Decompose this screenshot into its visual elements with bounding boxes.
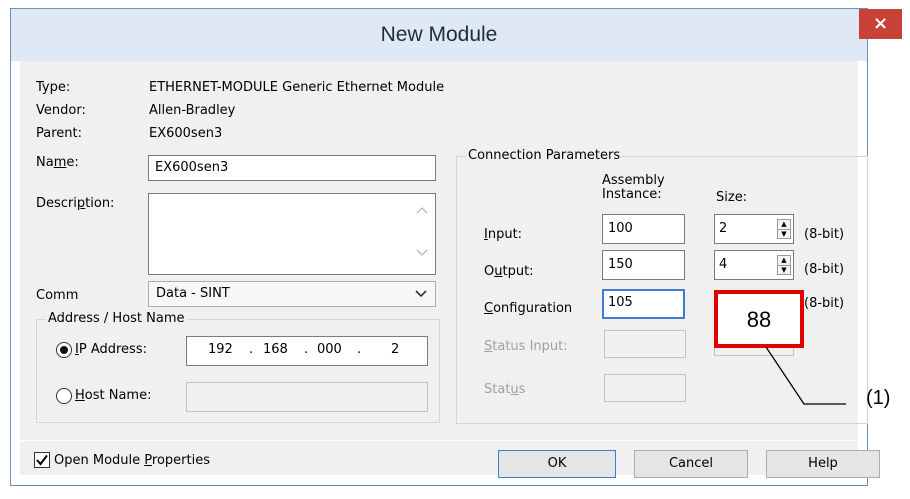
close-button[interactable]: × [859, 9, 902, 39]
name-input-value: EX600sen3 [155, 160, 229, 175]
name-label: Name: [36, 155, 79, 170]
assembly-column-header: Assembly [602, 173, 665, 188]
callout-label: (1) [866, 387, 891, 409]
parent-label: Parent: [36, 126, 82, 141]
input-size-unit: (8-bit) [804, 227, 845, 242]
spin-up-icon: ▲ [781, 220, 787, 228]
type-label: Type: [36, 80, 71, 95]
output-instance-value: 150 [608, 257, 633, 272]
vendor-value: Allen-Bradley [149, 103, 236, 118]
ip-octet-3: 000 [317, 342, 342, 357]
spin-down-icon: ▼ [778, 265, 790, 275]
comm-label: Comm [36, 288, 79, 303]
radio-selected-dot-icon [60, 346, 68, 354]
output-size-value: 4 [719, 257, 728, 272]
description-textarea[interactable] [148, 193, 436, 275]
scrollbar-arrows-icon [416, 207, 428, 256]
open-module-properties-checkbox[interactable] [34, 452, 50, 468]
spin-up-icon: ▲ [781, 256, 787, 264]
configuration-instance-value: 105 [608, 295, 633, 310]
checkmark-icon [36, 454, 48, 466]
description-scrollbar[interactable] [410, 194, 434, 274]
vendor-label: Vendor: [36, 103, 86, 118]
ip-octet-2: 168 [263, 342, 288, 357]
parent-value: EX600sen3 [149, 126, 223, 141]
input-size-value: 2 [719, 221, 728, 236]
status-input-instance-field[interactable] [604, 330, 686, 358]
output-size-unit: (8-bit) [804, 262, 845, 277]
address-group-title: Address / Host Name [46, 311, 187, 326]
spin-down-icon: ▼ [778, 229, 790, 239]
input-label: Input: [484, 227, 523, 242]
ip-separator: . [249, 342, 254, 357]
open-module-properties-label: Open Module Properties [54, 453, 210, 468]
output-size-spinner[interactable]: ▲ ▼ [777, 255, 791, 275]
status-output-instance-field[interactable] [604, 374, 686, 402]
ip-address-radio[interactable] [56, 342, 72, 358]
output-label: Output: [484, 264, 534, 279]
configuration-size-value: 88 [746, 307, 772, 332]
connection-parameters-title: Connection Parameters [466, 148, 623, 163]
host-name-label: Host Name: [75, 388, 152, 403]
dialog-title: New Module [380, 23, 498, 46]
footer-divider [20, 440, 858, 441]
callout-leader-line [765, 346, 846, 405]
ip-octet-4: 2 [391, 342, 400, 357]
host-name-input[interactable] [186, 382, 428, 412]
type-value: ETHERNET-MODULE Generic Ethernet Module [149, 80, 445, 95]
description-label: Description: [36, 196, 115, 211]
status-input-label: Status Input: [484, 339, 568, 354]
input-size-spinner[interactable]: ▲ ▼ [777, 219, 791, 239]
ok-button[interactable]: OK [498, 450, 616, 478]
instance-column-header: Instance: [602, 187, 662, 202]
ip-separator: . [357, 342, 362, 357]
configuration-size-unit: (8-bit) [804, 296, 845, 311]
close-icon: × [872, 13, 889, 34]
comm-select-value: Data - SINT [156, 286, 230, 301]
status-output-label: Status [484, 382, 526, 397]
ip-separator: . [304, 342, 309, 357]
cancel-button[interactable]: Cancel [634, 450, 748, 478]
host-name-radio[interactable] [56, 388, 72, 404]
help-button[interactable]: Help [766, 450, 880, 478]
configuration-label: Configuration [484, 301, 573, 316]
chevron-down-icon [415, 290, 427, 298]
ip-address-label: IP Address: [75, 342, 147, 357]
ip-octet-1: 192 [208, 342, 233, 357]
size-column-header: Size: [716, 190, 748, 205]
input-instance-value: 100 [608, 221, 633, 236]
